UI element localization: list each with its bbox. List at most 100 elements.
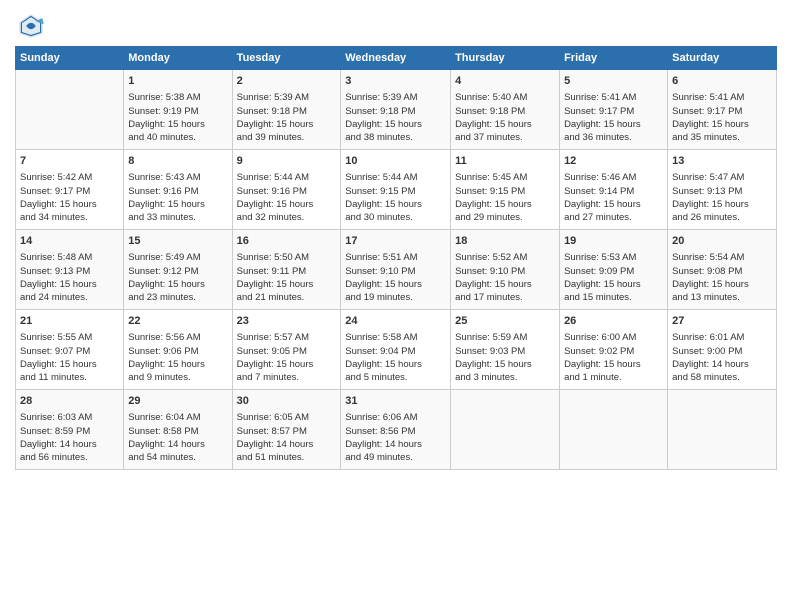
calendar-cell: 17Sunrise: 5:51 AMSunset: 9:10 PMDayligh… <box>341 230 451 310</box>
cell-text: and 40 minutes. <box>128 131 227 144</box>
cell-text: Sunrise: 5:51 AM <box>345 251 446 264</box>
day-number: 4 <box>455 74 555 89</box>
cell-text: Daylight: 15 hours <box>20 278 119 291</box>
cell-text: and 51 minutes. <box>237 451 337 464</box>
cell-text: and 5 minutes. <box>345 371 446 384</box>
calendar-cell: 4Sunrise: 5:40 AMSunset: 9:18 PMDaylight… <box>451 70 560 150</box>
day-number: 22 <box>128 314 227 329</box>
logo <box>15 10 51 42</box>
cell-text: Sunrise: 5:56 AM <box>128 331 227 344</box>
day-number: 28 <box>20 394 119 409</box>
cell-text: Daylight: 14 hours <box>345 438 446 451</box>
col-header-saturday: Saturday <box>668 47 777 70</box>
day-number: 29 <box>128 394 227 409</box>
cell-text: and 15 minutes. <box>564 291 663 304</box>
cell-text: Sunrise: 5:42 AM <box>20 171 119 184</box>
calendar-cell: 14Sunrise: 5:48 AMSunset: 9:13 PMDayligh… <box>16 230 124 310</box>
cell-text: Sunset: 9:18 PM <box>237 105 337 118</box>
col-header-friday: Friday <box>560 47 668 70</box>
cell-text: Sunset: 8:57 PM <box>237 425 337 438</box>
cell-text: Daylight: 15 hours <box>564 198 663 211</box>
cell-text: and 33 minutes. <box>128 211 227 224</box>
week-row-2: 7Sunrise: 5:42 AMSunset: 9:17 PMDaylight… <box>16 150 777 230</box>
calendar-cell: 16Sunrise: 5:50 AMSunset: 9:11 PMDayligh… <box>232 230 341 310</box>
cell-text: and 49 minutes. <box>345 451 446 464</box>
week-row-3: 14Sunrise: 5:48 AMSunset: 9:13 PMDayligh… <box>16 230 777 310</box>
calendar-cell: 11Sunrise: 5:45 AMSunset: 9:15 PMDayligh… <box>451 150 560 230</box>
cell-text: and 56 minutes. <box>20 451 119 464</box>
cell-text: and 3 minutes. <box>455 371 555 384</box>
day-number: 12 <box>564 154 663 169</box>
calendar-cell: 21Sunrise: 5:55 AMSunset: 9:07 PMDayligh… <box>16 310 124 390</box>
calendar-cell: 12Sunrise: 5:46 AMSunset: 9:14 PMDayligh… <box>560 150 668 230</box>
day-number: 19 <box>564 234 663 249</box>
cell-text: Sunset: 9:16 PM <box>128 185 227 198</box>
cell-text: Sunset: 9:18 PM <box>345 105 446 118</box>
cell-text: Sunrise: 5:38 AM <box>128 91 227 104</box>
day-number: 13 <box>672 154 772 169</box>
cell-text: Sunrise: 5:57 AM <box>237 331 337 344</box>
cell-text: Sunset: 9:04 PM <box>345 345 446 358</box>
cell-text: Sunset: 9:03 PM <box>455 345 555 358</box>
cell-text: Daylight: 15 hours <box>455 118 555 131</box>
cell-text: Daylight: 15 hours <box>564 358 663 371</box>
cell-text: and 1 minute. <box>564 371 663 384</box>
col-header-tuesday: Tuesday <box>232 47 341 70</box>
day-number: 25 <box>455 314 555 329</box>
cell-text: Sunrise: 5:41 AM <box>672 91 772 104</box>
cell-text: Sunrise: 5:59 AM <box>455 331 555 344</box>
cell-text: Sunrise: 6:04 AM <box>128 411 227 424</box>
cell-text: Daylight: 15 hours <box>20 358 119 371</box>
calendar-cell: 18Sunrise: 5:52 AMSunset: 9:10 PMDayligh… <box>451 230 560 310</box>
cell-text: Sunrise: 6:05 AM <box>237 411 337 424</box>
calendar-cell: 31Sunrise: 6:06 AMSunset: 8:56 PMDayligh… <box>341 390 451 470</box>
cell-text: Sunrise: 5:52 AM <box>455 251 555 264</box>
cell-text: and 21 minutes. <box>237 291 337 304</box>
cell-text: Daylight: 15 hours <box>672 198 772 211</box>
week-row-5: 28Sunrise: 6:03 AMSunset: 8:59 PMDayligh… <box>16 390 777 470</box>
cell-text: and 19 minutes. <box>345 291 446 304</box>
day-number: 31 <box>345 394 446 409</box>
calendar-cell: 9Sunrise: 5:44 AMSunset: 9:16 PMDaylight… <box>232 150 341 230</box>
cell-text: Daylight: 15 hours <box>128 198 227 211</box>
cell-text: Sunrise: 5:41 AM <box>564 91 663 104</box>
cell-text: and 30 minutes. <box>345 211 446 224</box>
cell-text: and 36 minutes. <box>564 131 663 144</box>
day-number: 3 <box>345 74 446 89</box>
cell-text: Sunset: 8:58 PM <box>128 425 227 438</box>
calendar-cell: 26Sunrise: 6:00 AMSunset: 9:02 PMDayligh… <box>560 310 668 390</box>
cell-text: Sunrise: 5:44 AM <box>237 171 337 184</box>
header <box>15 10 777 42</box>
calendar-cell: 2Sunrise: 5:39 AMSunset: 9:18 PMDaylight… <box>232 70 341 150</box>
col-header-monday: Monday <box>124 47 232 70</box>
cell-text: Daylight: 15 hours <box>564 118 663 131</box>
cell-text: Sunset: 9:19 PM <box>128 105 227 118</box>
cell-text: Daylight: 14 hours <box>128 438 227 451</box>
cell-text: Sunrise: 5:40 AM <box>455 91 555 104</box>
cell-text: Daylight: 15 hours <box>237 278 337 291</box>
cell-text: Sunset: 9:08 PM <box>672 265 772 278</box>
day-number: 18 <box>455 234 555 249</box>
cell-text: Sunrise: 5:54 AM <box>672 251 772 264</box>
cell-text: and 13 minutes. <box>672 291 772 304</box>
cell-text: and 32 minutes. <box>237 211 337 224</box>
cell-text: and 23 minutes. <box>128 291 227 304</box>
cell-text: and 17 minutes. <box>455 291 555 304</box>
calendar-cell: 27Sunrise: 6:01 AMSunset: 9:00 PMDayligh… <box>668 310 777 390</box>
cell-text: Sunset: 9:05 PM <box>237 345 337 358</box>
calendar-cell: 3Sunrise: 5:39 AMSunset: 9:18 PMDaylight… <box>341 70 451 150</box>
calendar-cell: 23Sunrise: 5:57 AMSunset: 9:05 PMDayligh… <box>232 310 341 390</box>
cell-text: Daylight: 15 hours <box>455 278 555 291</box>
cell-text: and 38 minutes. <box>345 131 446 144</box>
calendar-cell: 19Sunrise: 5:53 AMSunset: 9:09 PMDayligh… <box>560 230 668 310</box>
day-number: 15 <box>128 234 227 249</box>
day-number: 21 <box>20 314 119 329</box>
cell-text: Daylight: 15 hours <box>128 118 227 131</box>
cell-text: Daylight: 15 hours <box>128 358 227 371</box>
day-number: 7 <box>20 154 119 169</box>
col-header-sunday: Sunday <box>16 47 124 70</box>
cell-text: Sunrise: 5:53 AM <box>564 251 663 264</box>
cell-text: Sunset: 9:07 PM <box>20 345 119 358</box>
cell-text: Sunrise: 5:49 AM <box>128 251 227 264</box>
day-number: 5 <box>564 74 663 89</box>
